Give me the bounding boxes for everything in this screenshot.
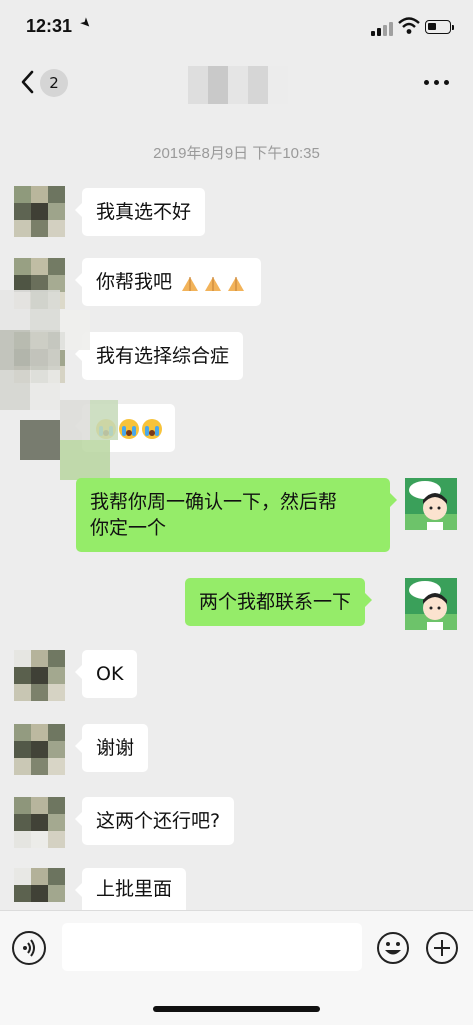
emoji-icon[interactable]	[376, 931, 410, 965]
message-text: 你帮我吧	[96, 271, 173, 293]
message-bubble[interactable]: 你帮我吧	[74, 258, 262, 306]
folded-hands-icon	[205, 276, 222, 291]
cartoon-avatar-icon	[405, 578, 457, 630]
voice-icon[interactable]	[12, 931, 46, 965]
chat-title-pixelated	[188, 66, 288, 104]
folded-hands-icon	[228, 276, 245, 291]
message-text: 我有选择综合症	[96, 345, 230, 367]
message-bubble[interactable]: 我真选不好	[74, 188, 206, 236]
cartoon-avatar-icon	[405, 478, 457, 530]
message-bubble[interactable]: 上批里面	[74, 868, 187, 910]
message-bubble[interactable]: 两个我都联系一下	[185, 578, 373, 626]
home-indicator[interactable]	[153, 1006, 320, 1012]
crying-face-icon	[142, 418, 162, 439]
wifi-icon	[398, 17, 420, 34]
avatar[interactable]	[14, 650, 66, 702]
chat-header: 2	[0, 58, 473, 110]
my-avatar[interactable]	[405, 478, 457, 530]
message-bubble[interactable]: 我帮你周一确认一下，然后帮 你定一个	[76, 478, 397, 552]
avatar[interactable]	[14, 186, 66, 238]
back-chevron-icon[interactable]	[18, 69, 40, 95]
avatar[interactable]	[14, 724, 66, 776]
message-input[interactable]	[62, 923, 362, 971]
avatar[interactable]	[14, 332, 66, 384]
message-bubble[interactable]: 这两个还行吧?	[74, 797, 235, 845]
message-text: 我真选不好	[96, 201, 192, 223]
message-bubble[interactable]	[75, 404, 175, 452]
avatar[interactable]	[14, 868, 66, 910]
message-text: 这两个还行吧?	[96, 810, 221, 832]
message-text-line-2: 你定一个	[90, 517, 167, 539]
folded-hands-icon	[182, 276, 199, 291]
cellular-signal-icon	[371, 22, 395, 36]
message-text: OK	[96, 663, 124, 685]
status-bar: 12:31 ➤	[0, 0, 473, 58]
message-text: 两个我都联系一下	[199, 591, 352, 613]
message-bubble[interactable]: OK	[74, 650, 138, 698]
crying-face-icon	[96, 418, 116, 439]
status-time: 12:31	[26, 16, 73, 36]
message-text: 上批里面	[96, 878, 173, 900]
avatar[interactable]	[14, 797, 66, 849]
my-avatar[interactable]	[405, 578, 457, 630]
avatar[interactable]	[14, 258, 66, 310]
message-bubble[interactable]: 我有选择综合症	[74, 332, 244, 380]
more-dots-icon[interactable]	[424, 80, 450, 88]
unread-count-badge[interactable]: 2	[40, 69, 68, 97]
chat-timestamp: 2019年8月9日 下午10:35	[153, 145, 320, 162]
message-bubble[interactable]: 谢谢	[74, 724, 149, 772]
message-text-line-1: 我帮你周一确认一下，然后帮	[90, 491, 338, 513]
location-arrow-icon: ➤	[76, 14, 95, 33]
crying-face-icon	[119, 418, 139, 439]
message-text: 谢谢	[96, 737, 135, 759]
plus-icon[interactable]	[425, 931, 459, 965]
battery-icon	[425, 20, 454, 34]
